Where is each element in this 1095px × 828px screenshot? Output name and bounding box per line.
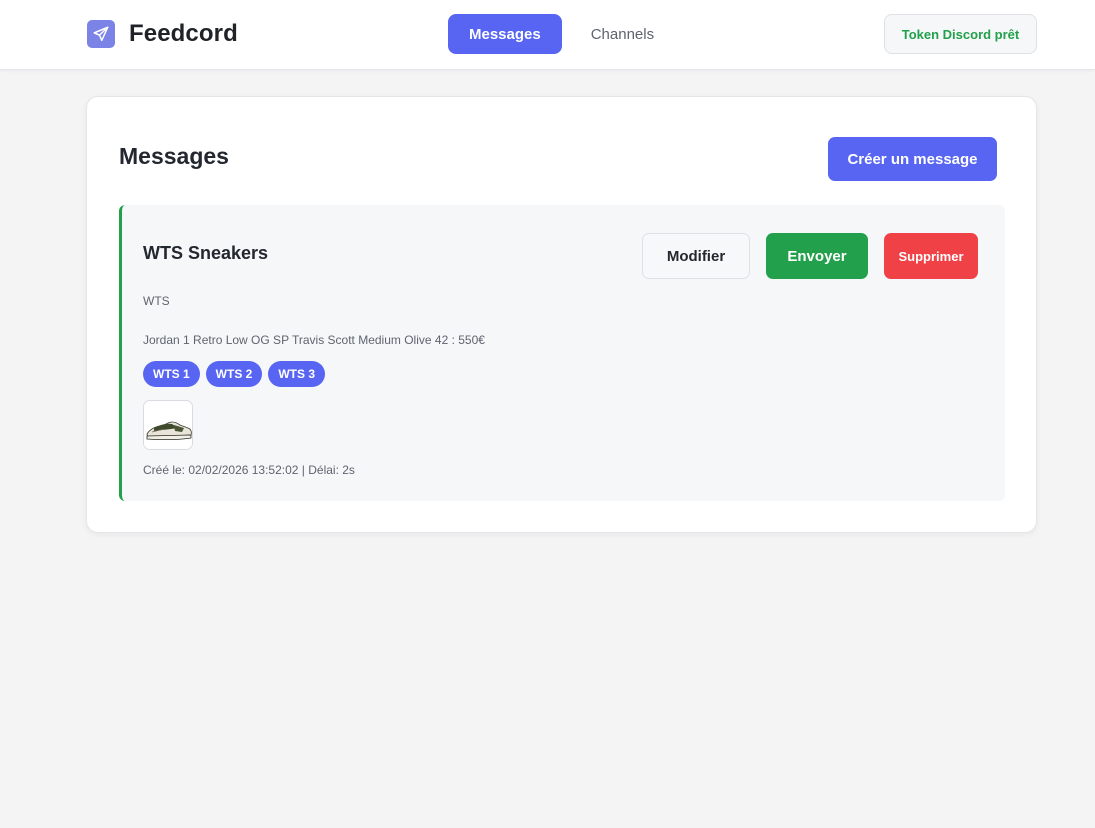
message-meta: Créé le: 02/02/2026 13:52:02 | Délai: 2s (143, 463, 355, 477)
message-body: Jordan 1 Retro Low OG SP Travis Scott Me… (143, 333, 485, 347)
delete-button[interactable]: Supprimer (884, 233, 978, 279)
app-name: Feedcord (129, 20, 238, 47)
top-bar: Feedcord Messages Channels Token Discord… (0, 0, 1095, 70)
message-card: WTS Sneakers Modifier Envoyer Supprimer … (119, 205, 1005, 501)
channel-tag: WTS 2 (205, 361, 263, 387)
message-prefix: WTS (143, 294, 170, 308)
paper-plane-icon (87, 20, 115, 48)
main-nav: Messages Channels (448, 14, 675, 54)
tab-channels[interactable]: Channels (570, 14, 675, 54)
create-message-button[interactable]: Créer un message (828, 137, 997, 181)
send-button[interactable]: Envoyer (766, 233, 868, 279)
brand[interactable]: Feedcord (87, 20, 238, 48)
channel-tags: WTS 1 WTS 2 WTS 3 (143, 361, 326, 387)
tab-messages[interactable]: Messages (448, 14, 562, 54)
page-title: Messages (119, 143, 229, 169)
sneaker-image (144, 401, 192, 449)
message-title: WTS Sneakers (143, 243, 269, 263)
channel-tag: WTS 1 (143, 361, 200, 387)
messages-panel: Messages Créer un message WTS Sneakers M… (86, 96, 1037, 533)
message-image-thumbnail[interactable] (143, 400, 193, 450)
channel-tag: WTS 3 (268, 361, 326, 387)
token-status-badge: Token Discord prêt (884, 14, 1037, 54)
edit-button[interactable]: Modifier (642, 233, 750, 279)
